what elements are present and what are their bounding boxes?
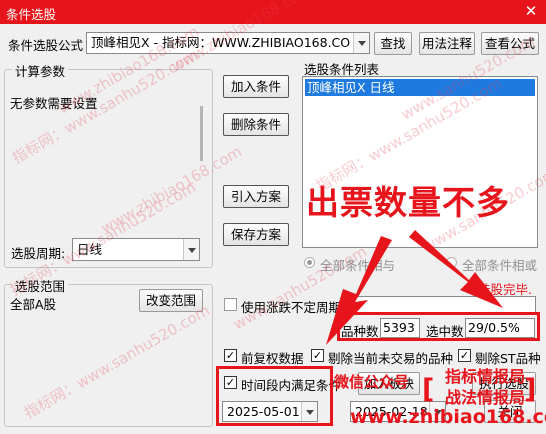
bracket-close-icon: ]	[524, 374, 537, 405]
close-icon[interactable]: ✕	[516, 0, 546, 24]
chevron-down-icon[interactable]	[183, 239, 199, 260]
period-value: 日线	[77, 242, 103, 257]
radio-or[interactable]	[446, 257, 457, 268]
formula-select[interactable]: 顶峰相见X - 指标网：WWW.ZHIBIAO168.CO	[86, 32, 370, 54]
add-condition-button[interactable]: 加入条件	[223, 75, 289, 98]
range-value: 全部A股	[10, 297, 57, 312]
title-bar: 条件选股 ✕	[0, 0, 546, 24]
params-group-label: 计算参数	[12, 61, 69, 80]
params-scroll-bar[interactable]	[200, 106, 203, 161]
exclude-untraded-label: 剔除当前未交易的品种	[328, 351, 454, 366]
find-button[interactable]: 查找	[374, 32, 412, 55]
bracket-open-icon: [	[422, 374, 435, 405]
wechat-label: 微信公众号	[334, 373, 410, 391]
time-range-highlight	[216, 366, 333, 426]
list-item[interactable]: 顶峰相见X 日线	[305, 79, 535, 96]
usage-notes-button[interactable]: 用法注释	[419, 32, 475, 55]
params-message: 无参数需要设置	[10, 96, 98, 111]
selected-count-highlight	[337, 312, 540, 341]
exclude-untraded-checkbox[interactable]: ✓	[311, 349, 324, 362]
radio-and-label: 全部条件相与	[320, 258, 396, 273]
save-scheme-button[interactable]: 保存方案	[223, 223, 289, 246]
view-formula-button[interactable]: 查看公式	[481, 32, 539, 55]
formula-label: 条件选股公式	[8, 38, 84, 53]
change-range-button[interactable]: 改变范围	[139, 289, 203, 312]
brand-line-2: 战法情报局	[445, 388, 526, 407]
radio-or-label: 全部条件相或	[462, 258, 538, 273]
annotation-site: www.zhibiao168.com	[350, 406, 546, 428]
fq-label: 前复权数据	[241, 351, 304, 366]
window-title: 条件选股	[6, 7, 57, 22]
formula-value: 顶峰相见X - 指标网：WWW.ZHIBIAO168.CO	[91, 35, 351, 50]
fq-checkbox[interactable]: ✓	[224, 349, 237, 362]
period-label: 选股周期:	[11, 246, 66, 261]
uncertain-period-label: 使用涨跌不定周期	[241, 300, 342, 315]
delete-condition-button[interactable]: 删除条件	[223, 113, 289, 136]
exclude-st-checkbox[interactable]: ✓	[458, 349, 471, 362]
range-group-label: 选股范围	[12, 276, 69, 295]
annotation-big-text: 出票数量不多	[306, 183, 510, 222]
period-select[interactable]: 日线	[72, 238, 200, 261]
radio-and[interactable]	[304, 257, 315, 268]
import-scheme-button[interactable]: 引入方案	[223, 185, 289, 208]
uncertain-period-checkbox[interactable]	[224, 298, 237, 311]
chevron-down-icon[interactable]	[353, 33, 369, 53]
